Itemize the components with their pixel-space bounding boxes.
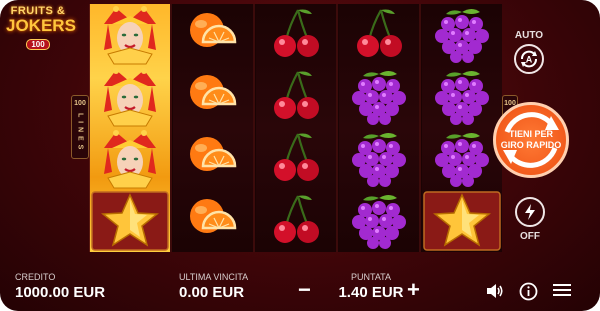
logo-badge: 100: [26, 39, 50, 50]
joker-symbol: [90, 66, 170, 128]
spin-label-line1: TIENI PER: [508, 129, 553, 139]
reel-separator: [170, 4, 172, 252]
spin-button[interactable]: TIENI PER GIRO RAPIDO: [493, 102, 569, 178]
turbo-button[interactable]: [515, 197, 545, 227]
grapes-symbol: [339, 190, 419, 252]
turbo-state-label: OFF: [520, 231, 540, 242]
cherry-symbol: [339, 4, 419, 66]
cherry-symbol: [256, 128, 336, 190]
lines-indicator-left: 100 L I N E S: [71, 95, 89, 159]
info-button[interactable]: [519, 282, 538, 306]
grapes-symbol: [339, 66, 419, 128]
reel-5: [422, 4, 502, 252]
credit-display: CREDITO 1000.00 EUR: [15, 272, 105, 301]
last-win-value: 0.00 EUR: [179, 284, 245, 301]
cherry-symbol: [256, 190, 336, 252]
turbo-control: OFF: [513, 197, 547, 242]
bet-display: PUNTATA 1.40 EUR: [338, 272, 404, 301]
star-symbol: [90, 190, 170, 252]
reels-area: [89, 4, 502, 252]
lightning-icon: [525, 204, 535, 220]
reel-separator: [419, 4, 421, 252]
reel-2: [173, 4, 253, 252]
cherry-symbol: [256, 4, 336, 66]
menu-button[interactable]: [553, 282, 571, 303]
info-icon: [519, 282, 538, 301]
star-symbol: [422, 190, 502, 252]
joker-symbol: [90, 128, 170, 190]
game-logo: FRUITS & JOKERS 100: [6, 6, 76, 50]
bottom-bar: CREDITO 1000.00 EUR ULTIMA VINCITA 0.00 …: [0, 272, 600, 311]
cherry-symbol: [256, 66, 336, 128]
grapes-symbol: [339, 128, 419, 190]
last-win-label: ULTIMA VINCITA: [179, 272, 249, 282]
auto-label: AUTO: [514, 30, 544, 41]
sound-button[interactable]: [485, 282, 505, 305]
sound-icon: [487, 284, 503, 298]
spin-label-line2: GIRO RAPIDO: [500, 140, 562, 150]
orange-symbol: [173, 128, 253, 190]
bet-decrease-button[interactable]: −: [298, 279, 311, 301]
orange-symbol: [173, 4, 253, 66]
orange-symbol: [173, 66, 253, 128]
lines-number: 100: [74, 100, 86, 107]
game-frame: FRUITS & JOKERS 100 100 L I N E S 100 AU…: [0, 0, 600, 311]
joker-symbol: [90, 4, 170, 66]
autoplay-button[interactable]: A: [514, 44, 544, 74]
menu-icon: [553, 284, 571, 296]
bet-label: PUNTATA: [351, 272, 391, 282]
grapes-symbol: [422, 128, 502, 190]
reel-separator: [336, 4, 338, 252]
last-win-display: ULTIMA VINCITA 0.00 EUR: [179, 272, 248, 301]
logo-line2: JOKERS: [6, 16, 76, 35]
grapes-symbol: [422, 4, 502, 66]
credit-label: CREDITO: [15, 272, 56, 282]
svg-text:A: A: [526, 55, 533, 65]
credit-value: 1000.00 EUR: [15, 284, 106, 301]
lines-text: L I N E S: [76, 113, 84, 151]
bet-increase-button[interactable]: +: [407, 279, 420, 301]
bet-value: 1.40 EUR: [338, 284, 404, 301]
reel-3: [256, 4, 336, 252]
reel-separator: [253, 4, 255, 252]
reel-4: [339, 4, 419, 252]
orange-symbol: [173, 190, 253, 252]
autoplay-icon: A: [521, 50, 537, 68]
auto-control: AUTO A: [507, 30, 551, 74]
reel-1: [90, 4, 170, 252]
grapes-symbol: [422, 66, 502, 128]
